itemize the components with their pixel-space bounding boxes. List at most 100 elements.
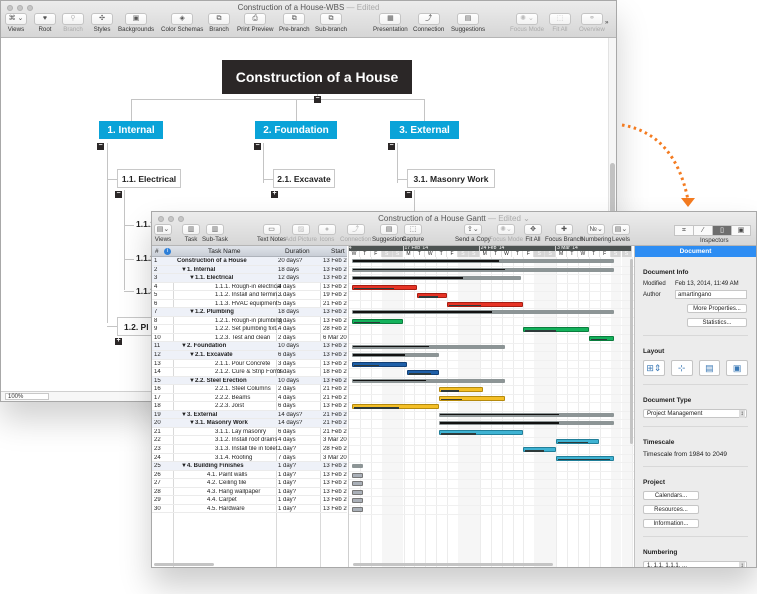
table-row[interactable]: 3 ▼1.1. Electrical12 days 13 Feb 20 <box>152 274 347 283</box>
task-name[interactable]: 4.2. Ceiling tile <box>177 480 291 486</box>
task-duration[interactable]: 10 days <box>278 378 318 384</box>
layout-gantt-icon[interactable]: ▣ <box>726 360 748 376</box>
gantt-bar[interactable] <box>439 421 614 426</box>
task-name[interactable]: ▼4. Building Finishes <box>177 463 291 469</box>
gantt-bar[interactable] <box>352 310 614 315</box>
toolbar-suggestions-button[interactable]: ▤ Suggestions <box>451 13 485 33</box>
task-duration[interactable]: 1 day? <box>278 446 318 452</box>
gantt-bar[interactable] <box>588 335 614 341</box>
task-name[interactable]: 2.2.2. Beams <box>177 395 291 401</box>
gantt-bar[interactable] <box>352 506 363 512</box>
task-duration[interactable]: 3 days <box>278 318 318 324</box>
chart-horizontal-scrollbar[interactable] <box>353 563 553 566</box>
task-duration[interactable]: 4 days <box>278 326 318 332</box>
task-start[interactable]: 21 Feb 20 <box>323 301 347 307</box>
resources-button[interactable]: Resources... <box>643 505 699 514</box>
toolbar-focus-mode-button[interactable]: ✺ ⌄ Focus Mode <box>510 13 544 33</box>
task-name[interactable]: 4.4. Carpet <box>177 497 291 503</box>
table-row[interactable]: 21 3.1.1. Lay masonry6 days 21 Feb 20 <box>152 428 347 437</box>
task-duration[interactable]: 14 days? <box>278 412 318 418</box>
branch-internal[interactable]: 1. Internal <box>99 121 163 139</box>
node-masonry-work[interactable]: 3.1. Masonry Work <box>407 169 495 188</box>
gantt-bar[interactable] <box>352 498 363 504</box>
task-start[interactable]: 28 Feb 20 <box>323 326 347 332</box>
task-duration[interactable]: 3 days <box>278 369 318 375</box>
numbering-select[interactable]: 1, 1.1, 1.1.1, ... <box>643 561 747 567</box>
collapse-icon[interactable]: − <box>97 142 104 150</box>
expand-icon[interactable]: + <box>115 337 122 345</box>
task-name[interactable]: 2.2.1. Steel Columns <box>177 386 291 392</box>
task-name[interactable]: ▼3. External <box>177 412 291 418</box>
task-name[interactable]: 1.2.2. Set plumbing fixt... <box>177 326 291 332</box>
gantt-bar[interactable] <box>406 370 440 376</box>
horizontal-scrollbar[interactable] <box>154 563 214 566</box>
toolbar-branch-button[interactable]: ⚲ Branch <box>62 13 84 33</box>
task-duration[interactable]: 1 day? <box>278 489 318 495</box>
table-row[interactable]: 4 1.1.1. Rough-in electrical 4 days 13 Feb … <box>152 283 347 292</box>
task-start[interactable]: 13 Feb 20 <box>323 361 347 367</box>
collapse-icon[interactable]: − <box>254 142 261 150</box>
task-name[interactable]: 1.1.3. HVAC equipment <box>177 301 291 307</box>
gantt-bar[interactable] <box>352 344 505 349</box>
task-name[interactable]: ▼1.2. Plumbing <box>177 309 291 315</box>
task-start[interactable]: 3 Mar 20 <box>323 455 347 461</box>
tab-document[interactable]: Document <box>635 246 756 257</box>
task-duration[interactable]: 6 days <box>278 429 318 435</box>
toolbar-branch-button[interactable]: ⧉ Branch <box>208 13 230 33</box>
table-row[interactable]: 30 4.5. Hardware1 day? 13 Feb 20 <box>152 505 347 514</box>
task-duration[interactable]: 4 days <box>278 284 318 290</box>
gantt-bar[interactable] <box>555 438 600 444</box>
toolbar-send-a-copy-button[interactable]: ⇪⌄ Send a Copy <box>455 224 491 243</box>
zoom-select[interactable]: 100% <box>5 393 49 400</box>
gantt-bar[interactable] <box>352 404 440 410</box>
task-name[interactable]: 3.1.2. Install roof drains <box>177 437 291 443</box>
task-start[interactable]: 21 Feb 20 <box>323 395 347 401</box>
layout-mindmap-icon[interactable]: ⊞⇕ <box>643 360 665 376</box>
collapse-icon[interactable]: − <box>405 190 412 198</box>
calendars-button[interactable]: Calendars... <box>643 491 699 500</box>
toolbar-sub-task-button[interactable]: ▥ Sub-Task <box>202 224 228 243</box>
gantt-bar[interactable] <box>439 412 614 417</box>
toolbar-fit-all-button[interactable]: ✥ Fit All <box>524 224 542 243</box>
table-row[interactable]: 2 ▼1. Internal18 days 13 Feb 20 <box>152 265 347 275</box>
gantt-bar[interactable] <box>352 481 363 487</box>
table-row[interactable]: 23 3.1.3. Install tile in toilet... 1 day?… <box>152 445 347 454</box>
task-start[interactable]: 13 Feb 20 <box>323 267 347 273</box>
task-start[interactable]: 13 Feb 20 <box>323 403 347 409</box>
task-start[interactable]: 13 Feb 20 <box>323 480 347 486</box>
author-field[interactable]: amartingano <box>675 290 747 299</box>
task-name[interactable]: 2.1.1. Pour Concrete <box>177 361 291 367</box>
task-duration[interactable]: 5 days <box>278 301 318 307</box>
table-row[interactable]: 22 3.1.2. Install roof drains 4 days 3 Mar … <box>152 436 347 446</box>
task-duration[interactable]: 3 days <box>278 292 318 298</box>
task-duration[interactable]: 1 day? <box>278 463 318 469</box>
task-name[interactable]: 3.1.4. Roofing <box>177 455 291 461</box>
toolbar-overflow-button[interactable]: » <box>605 19 608 26</box>
toolbar-connection-button[interactable]: ⤴ Connection <box>413 13 444 33</box>
task-name[interactable]: 3.1.3. Install tile in toilet... <box>177 446 291 452</box>
task-start[interactable]: 13 Feb 20 <box>323 472 347 478</box>
gantt-bar[interactable] <box>352 378 505 383</box>
toolbar-task-button[interactable]: ▥ Task <box>182 224 200 243</box>
toolbar-suggestions-button[interactable]: ▤ Suggestions <box>372 224 406 243</box>
task-duration[interactable]: 12 days <box>278 275 318 281</box>
task-name[interactable]: 1.1.2. Install and termin... <box>177 292 291 298</box>
task-name[interactable]: ▼1. Internal <box>177 267 291 273</box>
picture-inspector-icon[interactable]: ▣ <box>731 225 751 236</box>
task-name[interactable]: 1.2.3. Test and clean <box>177 335 291 341</box>
gantt-bar[interactable] <box>352 353 440 358</box>
gantt-bar[interactable] <box>417 293 447 299</box>
task-duration[interactable]: 6 days <box>278 352 318 358</box>
task-start[interactable]: 13 Feb 20 <box>323 506 347 512</box>
task-duration[interactable]: 18 days <box>278 267 318 273</box>
table-row[interactable]: 25 ▼4. Building Finishes1 day? 13 Feb 20 <box>152 462 347 471</box>
task-name[interactable]: Construction of a House <box>177 258 291 264</box>
table-row[interactable]: 14 2.1.2. Cure & Strip Forms 3 days 18 Feb … <box>152 368 347 377</box>
toolbar-numbering-button[interactable]: №⌄ Numbering <box>581 224 611 243</box>
gantt-bar[interactable] <box>446 301 524 307</box>
task-start[interactable]: 21 Feb 20 <box>323 420 347 426</box>
branch-foundation[interactable]: 2. Foundation <box>255 121 337 139</box>
task-start[interactable]: 13 Feb 20 <box>323 275 347 281</box>
toolbar-levels-button[interactable]: ▤⌄ Levels <box>612 224 630 243</box>
gantt-bar[interactable] <box>439 430 524 435</box>
